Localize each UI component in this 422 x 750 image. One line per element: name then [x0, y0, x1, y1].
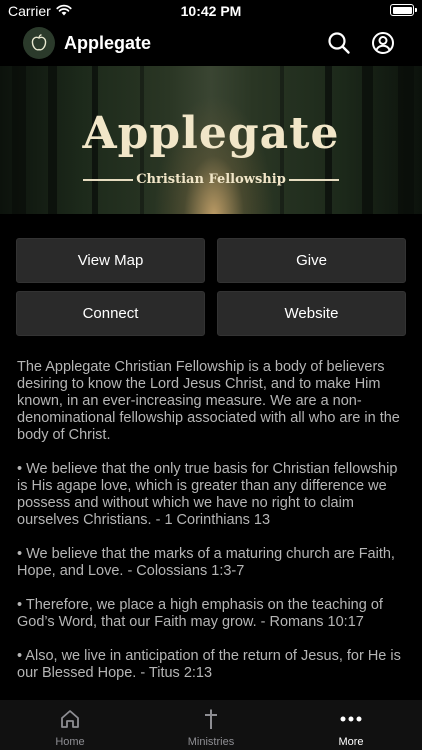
tab-more[interactable]: More — [281, 700, 421, 750]
status-bar: Carrier 10:42 PM — [0, 0, 422, 24]
battery-icon — [390, 4, 417, 16]
tab-more-label: More — [338, 736, 364, 748]
hero-banner: Applegate Christian Fellowship — [0, 66, 422, 214]
website-button[interactable]: Website — [217, 291, 406, 336]
home-icon — [0, 708, 140, 730]
profile-icon[interactable] — [370, 30, 396, 56]
give-button[interactable]: Give — [217, 238, 406, 283]
about-paragraph: The Applegate Christian Fellowship is a … — [17, 359, 400, 443]
search-icon[interactable] — [326, 30, 352, 56]
tab-ministries[interactable]: Ministries — [141, 700, 281, 750]
belief-item: • Therefore, we place a high emphasis on… — [17, 597, 383, 630]
app-title: Applegate — [64, 33, 152, 53]
view-map-button[interactable]: View Map — [16, 238, 205, 283]
hero-subtitle: Christian Fellowship — [136, 172, 286, 187]
hero-divider-right — [289, 179, 339, 181]
tab-bar: Home Ministries More — [0, 700, 422, 750]
more-icon — [281, 708, 421, 730]
belief-item: • Also, we live in anticipation of the r… — [17, 648, 401, 681]
apple-logo-icon[interactable] — [23, 27, 55, 59]
about-text: The Applegate Christian Fellowship is a … — [17, 359, 409, 699]
connect-button[interactable]: Connect — [16, 291, 205, 336]
tab-home-label: Home — [55, 736, 85, 748]
belief-item: • We believe that the marks of a maturin… — [17, 546, 395, 579]
tab-home[interactable]: Home — [0, 700, 140, 750]
hero-title: Applegate — [82, 108, 340, 159]
belief-item: • We believe that the only true basis fo… — [17, 461, 398, 528]
nav-bar: Applegate — [0, 24, 422, 66]
cross-icon — [141, 708, 281, 730]
status-time: 10:42 PM — [180, 3, 242, 19]
tab-ministries-label: Ministries — [187, 736, 235, 748]
